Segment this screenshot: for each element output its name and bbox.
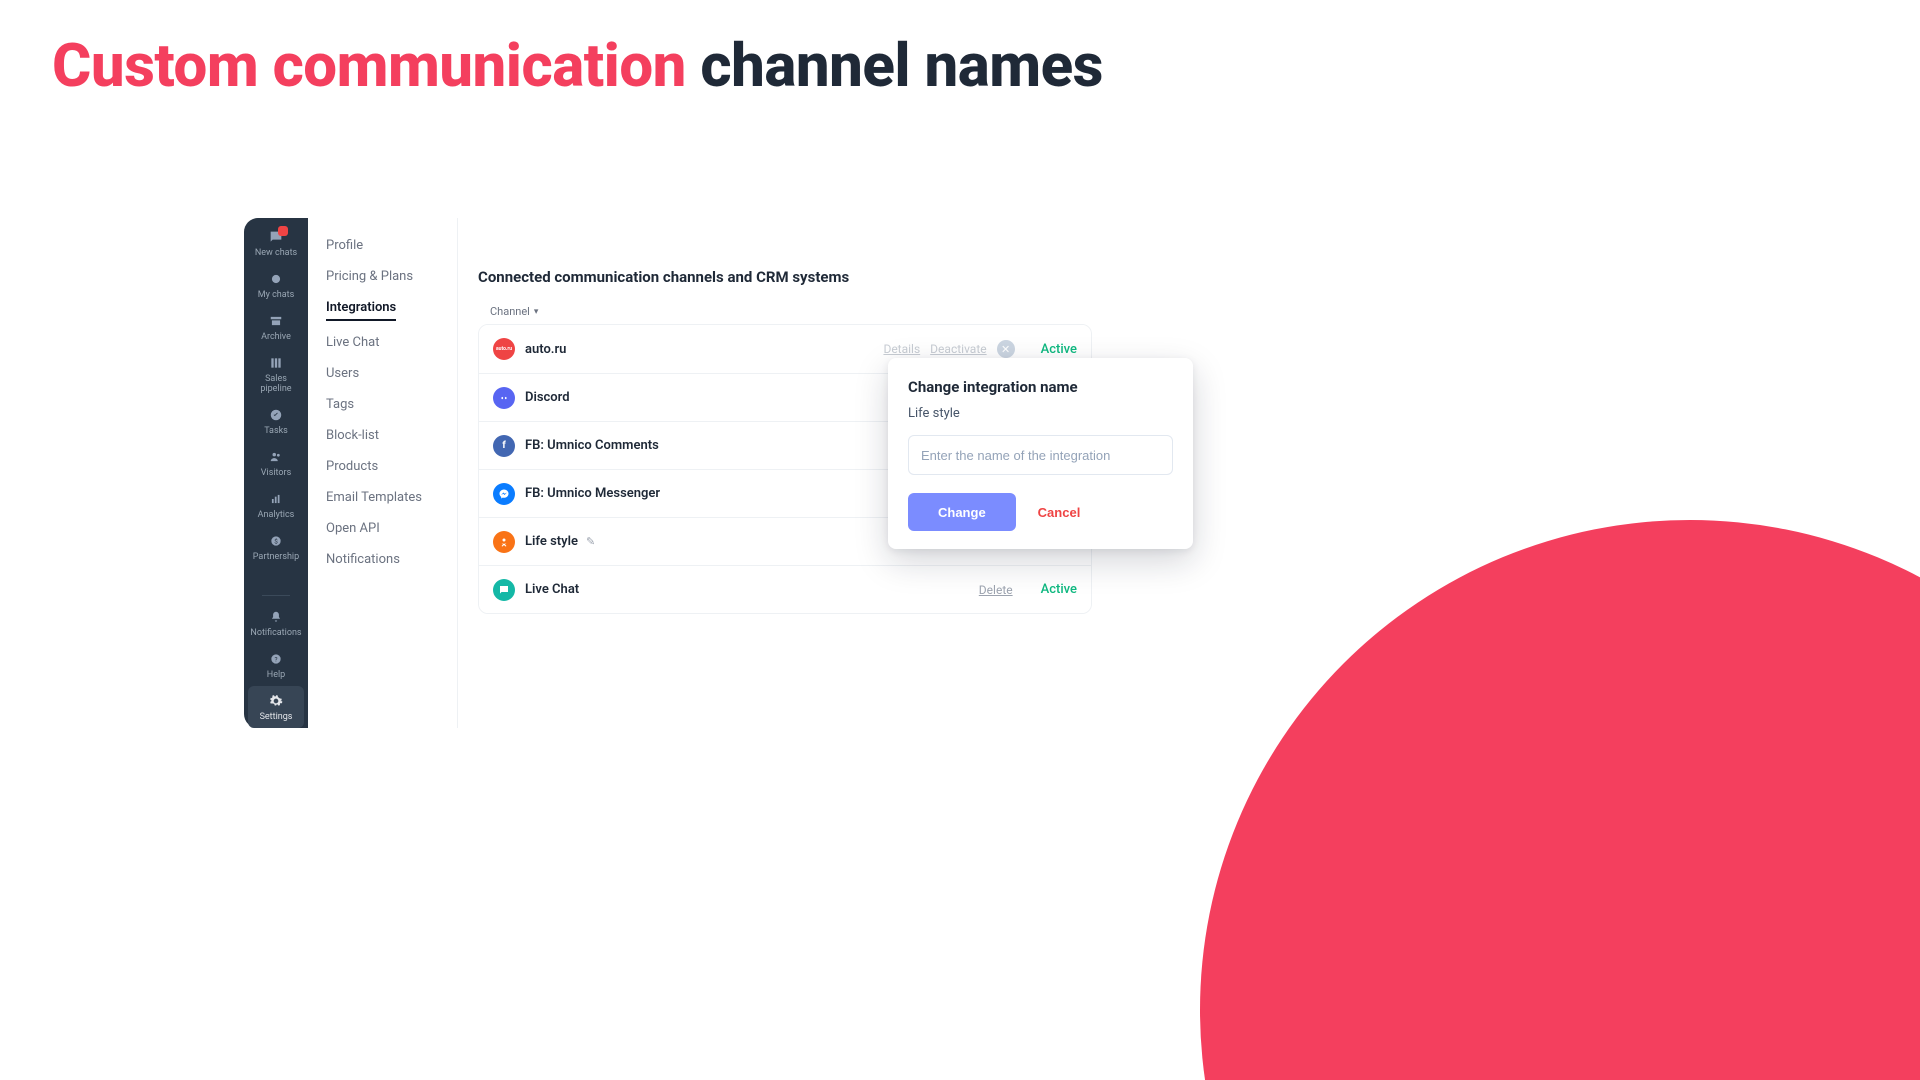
rail-label: Notifications bbox=[250, 628, 301, 638]
primary-sidebar: New chats My chats Archive Sales pipelin… bbox=[244, 218, 308, 728]
svg-text:?: ? bbox=[274, 655, 277, 663]
rail-label: Sales pipeline bbox=[260, 374, 291, 394]
menu-email-templates[interactable]: Email Templates bbox=[326, 482, 457, 513]
column-header-label: Channel bbox=[490, 305, 530, 318]
channel-name: FB: Umnico Comments bbox=[525, 438, 659, 453]
close-icon[interactable]: ✕ bbox=[997, 340, 1015, 358]
rail-label: New chats bbox=[255, 248, 297, 258]
modal-title: Change integration name bbox=[908, 378, 1173, 396]
channel-row[interactable]: Live Chat Delete Active bbox=[479, 565, 1091, 613]
headline-accent: Custom communication bbox=[52, 30, 686, 101]
menu-notifications[interactable]: Notifications bbox=[326, 544, 457, 575]
rail-label: Settings bbox=[260, 712, 293, 722]
ghost-disable: Deactivate bbox=[930, 342, 986, 356]
svg-text:$: $ bbox=[274, 537, 278, 545]
status-active: Active bbox=[1041, 342, 1077, 357]
channel-avatar-fb: f bbox=[493, 435, 515, 457]
channel-name: FB: Umnico Messenger bbox=[525, 486, 660, 501]
rail-label: Archive bbox=[261, 332, 291, 342]
menu-integrations[interactable]: Integrations bbox=[326, 292, 396, 321]
chat-icon bbox=[268, 271, 284, 287]
pencil-icon[interactable]: ✎ bbox=[586, 535, 595, 548]
channel-name: auto.ru bbox=[525, 342, 566, 357]
columns-icon bbox=[268, 355, 284, 371]
gear-icon bbox=[268, 693, 284, 709]
new-chats-badge bbox=[278, 226, 288, 236]
chevron-down-icon: ▾ bbox=[534, 307, 539, 317]
menu-block-list[interactable]: Block-list bbox=[326, 420, 457, 451]
rail-label: Partnership bbox=[253, 552, 299, 562]
rail-label: Visitors bbox=[261, 468, 291, 478]
main-title: Connected communication channels and CRM… bbox=[478, 268, 1094, 286]
rail-label: Analytics bbox=[258, 510, 295, 520]
rail-label: Tasks bbox=[264, 426, 288, 436]
people-icon bbox=[268, 449, 284, 465]
channel-name: Life style bbox=[525, 534, 578, 549]
menu-open-api[interactable]: Open API bbox=[326, 513, 457, 544]
rename-integration-modal: Change integration name Life style Chang… bbox=[888, 358, 1193, 549]
channel-avatar-discord bbox=[493, 387, 515, 409]
rail-help[interactable]: ? Help bbox=[244, 644, 308, 686]
headline-rest: channel names bbox=[686, 30, 1103, 101]
status-active: Active bbox=[1041, 582, 1077, 597]
rail-notifications[interactable]: Notifications bbox=[244, 602, 308, 644]
dollar-icon: $ bbox=[268, 533, 284, 549]
menu-live-chat[interactable]: Live Chat bbox=[326, 327, 457, 358]
main-panel: Connected communication channels and CRM… bbox=[458, 218, 1094, 728]
rail-sales-pipeline[interactable]: Sales pipeline bbox=[244, 348, 308, 400]
check-icon bbox=[268, 407, 284, 423]
rail-visitors[interactable]: Visitors bbox=[244, 442, 308, 484]
question-icon: ? bbox=[268, 651, 284, 667]
rail-label: My chats bbox=[258, 290, 295, 300]
delete-link[interactable]: Delete bbox=[979, 583, 1013, 597]
settings-submenu: Profile Pricing & Plans Integrations Liv… bbox=[308, 218, 458, 728]
ghost-details: Details bbox=[883, 342, 920, 356]
rail-partnership[interactable]: $ Partnership bbox=[244, 526, 308, 568]
column-header-channel[interactable]: Channel ▾ bbox=[490, 305, 538, 318]
channel-avatar-messenger bbox=[493, 483, 515, 505]
channel-name: Live Chat bbox=[525, 582, 579, 597]
bars-icon bbox=[268, 491, 284, 507]
app-frame: New chats My chats Archive Sales pipelin… bbox=[244, 218, 1094, 728]
rail-archive[interactable]: Archive bbox=[244, 306, 308, 348]
rail-analytics[interactable]: Analytics bbox=[244, 484, 308, 526]
menu-users[interactable]: Users bbox=[326, 358, 457, 389]
integration-name-input[interactable] bbox=[908, 435, 1173, 475]
bell-icon bbox=[268, 609, 284, 625]
menu-pricing[interactable]: Pricing & Plans bbox=[326, 261, 457, 292]
rail-my-chats[interactable]: My chats bbox=[244, 264, 308, 306]
rail-settings[interactable]: Settings bbox=[248, 686, 304, 728]
channel-avatar-livechat bbox=[493, 579, 515, 601]
decorative-blob bbox=[1200, 520, 1920, 1080]
channel-avatar-ok bbox=[493, 531, 515, 553]
rail-separator bbox=[262, 595, 290, 596]
channel-name: Discord bbox=[525, 390, 570, 405]
change-button[interactable]: Change bbox=[908, 493, 1016, 531]
archive-icon bbox=[268, 313, 284, 329]
page-headline: Custom communication channel names bbox=[52, 30, 1103, 101]
rail-label: Help bbox=[267, 670, 285, 680]
cancel-button[interactable]: Cancel bbox=[1038, 505, 1081, 520]
rail-new-chats[interactable]: New chats bbox=[244, 222, 308, 264]
modal-subtitle: Life style bbox=[908, 406, 1173, 421]
menu-profile[interactable]: Profile bbox=[326, 230, 457, 261]
menu-products[interactable]: Products bbox=[326, 451, 457, 482]
channel-avatar-auto: auto.ru bbox=[493, 338, 515, 360]
rail-tasks[interactable]: Tasks bbox=[244, 400, 308, 442]
menu-tags[interactable]: Tags bbox=[326, 389, 457, 420]
